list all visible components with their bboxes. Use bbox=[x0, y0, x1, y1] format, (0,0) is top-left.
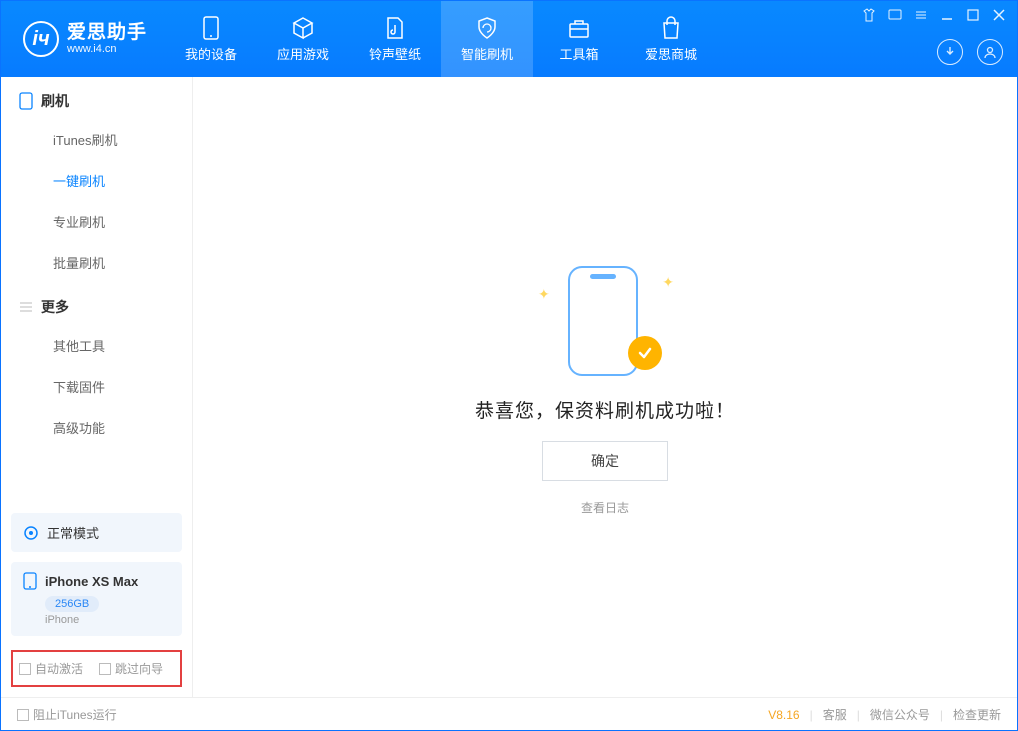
tab-smart-flash[interactable]: 智能刷机 bbox=[441, 1, 533, 77]
sidebar: 刷机 iTunes刷机 一键刷机 专业刷机 批量刷机 更多 其他工具 下载固件 … bbox=[1, 77, 193, 697]
tab-ringtones-wallpapers[interactable]: 铃声壁纸 bbox=[349, 1, 441, 77]
list-icon bbox=[19, 300, 33, 314]
tab-toolbox[interactable]: 工具箱 bbox=[533, 1, 625, 77]
tab-label: 智能刷机 bbox=[461, 44, 513, 63]
sparkle-icon: ✦ bbox=[662, 274, 674, 291]
app-url: www.i4.cn bbox=[67, 43, 147, 55]
phone-illustration-icon bbox=[568, 266, 638, 376]
music-file-icon bbox=[383, 16, 407, 40]
logo-text: 爱思助手 www.i4.cn bbox=[67, 23, 147, 56]
section-more-header: 更多 bbox=[1, 283, 192, 325]
checkbox-block-itunes[interactable]: 阻止iTunes运行 bbox=[17, 706, 117, 723]
mode-label: 正常模式 bbox=[47, 523, 99, 542]
shield-refresh-icon bbox=[475, 16, 499, 40]
header-action-icons bbox=[937, 39, 1003, 65]
window-controls bbox=[861, 7, 1007, 23]
menu-icon[interactable] bbox=[913, 7, 929, 23]
check-badge-icon bbox=[628, 336, 662, 370]
checkbox-label: 跳过向导 bbox=[115, 660, 163, 677]
ok-button[interactable]: 确定 bbox=[542, 441, 668, 481]
checkbox-label: 自动激活 bbox=[35, 660, 83, 677]
checkbox-icon bbox=[19, 663, 31, 675]
version-label: V8.16 bbox=[768, 708, 799, 722]
tab-apps-games[interactable]: 应用游戏 bbox=[257, 1, 349, 77]
device-name: iPhone XS Max bbox=[45, 574, 138, 589]
maximize-button[interactable] bbox=[965, 7, 981, 23]
tab-my-device[interactable]: 我的设备 bbox=[165, 1, 257, 77]
bottom-checkbox-row: 自动激活 跳过向导 bbox=[11, 650, 182, 687]
sidebar-item-download-firmware[interactable]: 下载固件 bbox=[1, 366, 192, 407]
success-message: 恭喜您，保资料刷机成功啦！ bbox=[475, 396, 735, 423]
checkbox-auto-activate[interactable]: 自动激活 bbox=[19, 660, 83, 677]
checkbox-skip-wizard[interactable]: 跳过向导 bbox=[99, 660, 163, 677]
section-title: 刷机 bbox=[41, 91, 69, 111]
shopping-bag-icon bbox=[659, 16, 683, 40]
logo-area: iч 爱思助手 www.i4.cn bbox=[1, 21, 165, 57]
checkbox-label: 阻止iTunes运行 bbox=[33, 706, 117, 723]
tab-label: 应用游戏 bbox=[277, 44, 329, 63]
mode-icon bbox=[23, 525, 39, 541]
tab-store[interactable]: 爱思商城 bbox=[625, 1, 717, 77]
app-header: iч 爱思助手 www.i4.cn 我的设备 应用游戏 铃声壁纸 智能刷机 工具… bbox=[1, 1, 1017, 77]
download-icon[interactable] bbox=[937, 39, 963, 65]
main-content: ✦ ✦ 恭喜您，保资料刷机成功啦！ 确定 查看日志 bbox=[193, 77, 1017, 697]
app-title: 爱思助手 bbox=[67, 23, 147, 44]
sidebar-item-oneclick-flash[interactable]: 一键刷机 bbox=[1, 160, 192, 201]
device-type: iPhone bbox=[45, 614, 170, 626]
section-flash-header: 刷机 bbox=[1, 77, 192, 119]
sparkle-icon: ✦ bbox=[538, 286, 550, 303]
cube-icon bbox=[291, 16, 315, 40]
shirt-icon[interactable] bbox=[861, 7, 877, 23]
feedback-icon[interactable] bbox=[887, 7, 903, 23]
close-button[interactable] bbox=[991, 7, 1007, 23]
phone-outline-icon bbox=[19, 92, 33, 110]
main-body: 刷机 iTunes刷机 一键刷机 专业刷机 批量刷机 更多 其他工具 下载固件 … bbox=[1, 77, 1017, 697]
checkbox-icon bbox=[17, 709, 29, 721]
sidebar-item-pro-flash[interactable]: 专业刷机 bbox=[1, 201, 192, 242]
sidebar-item-other-tools[interactable]: 其他工具 bbox=[1, 325, 192, 366]
device-capacity: 256GB bbox=[45, 596, 99, 612]
nav-tabs: 我的设备 应用游戏 铃声壁纸 智能刷机 工具箱 爱思商城 bbox=[165, 1, 717, 77]
mode-box[interactable]: 正常模式 bbox=[11, 513, 182, 552]
sidebar-item-advanced[interactable]: 高级功能 bbox=[1, 407, 192, 448]
device-box[interactable]: iPhone XS Max 256GB iPhone bbox=[11, 562, 182, 636]
app-logo-icon: iч bbox=[23, 21, 59, 57]
section-title: 更多 bbox=[41, 297, 69, 317]
minimize-button[interactable] bbox=[939, 7, 955, 23]
tab-label: 我的设备 bbox=[185, 44, 237, 63]
footer-link-update[interactable]: 检查更新 bbox=[953, 706, 1001, 723]
sidebar-item-batch-flash[interactable]: 批量刷机 bbox=[1, 242, 192, 283]
footer-link-support[interactable]: 客服 bbox=[823, 706, 847, 723]
sidebar-item-itunes-flash[interactable]: iTunes刷机 bbox=[1, 119, 192, 160]
footer: 阻止iTunes运行 V8.16 | 客服 | 微信公众号 | 检查更新 bbox=[1, 697, 1017, 731]
device-block: 正常模式 iPhone XS Max 256GB iPhone bbox=[11, 513, 182, 636]
footer-right: V8.16 | 客服 | 微信公众号 | 检查更新 bbox=[768, 706, 1001, 723]
view-log-link[interactable]: 查看日志 bbox=[581, 499, 629, 516]
success-illustration: ✦ ✦ bbox=[550, 258, 660, 378]
device-phone-icon bbox=[23, 572, 37, 590]
checkbox-icon bbox=[99, 663, 111, 675]
user-icon[interactable] bbox=[977, 39, 1003, 65]
tab-label: 铃声壁纸 bbox=[369, 44, 421, 63]
tab-label: 爱思商城 bbox=[645, 44, 697, 63]
tab-label: 工具箱 bbox=[560, 44, 599, 63]
toolbox-icon bbox=[567, 16, 591, 40]
device-icon bbox=[199, 16, 223, 40]
footer-link-wechat[interactable]: 微信公众号 bbox=[870, 706, 930, 723]
